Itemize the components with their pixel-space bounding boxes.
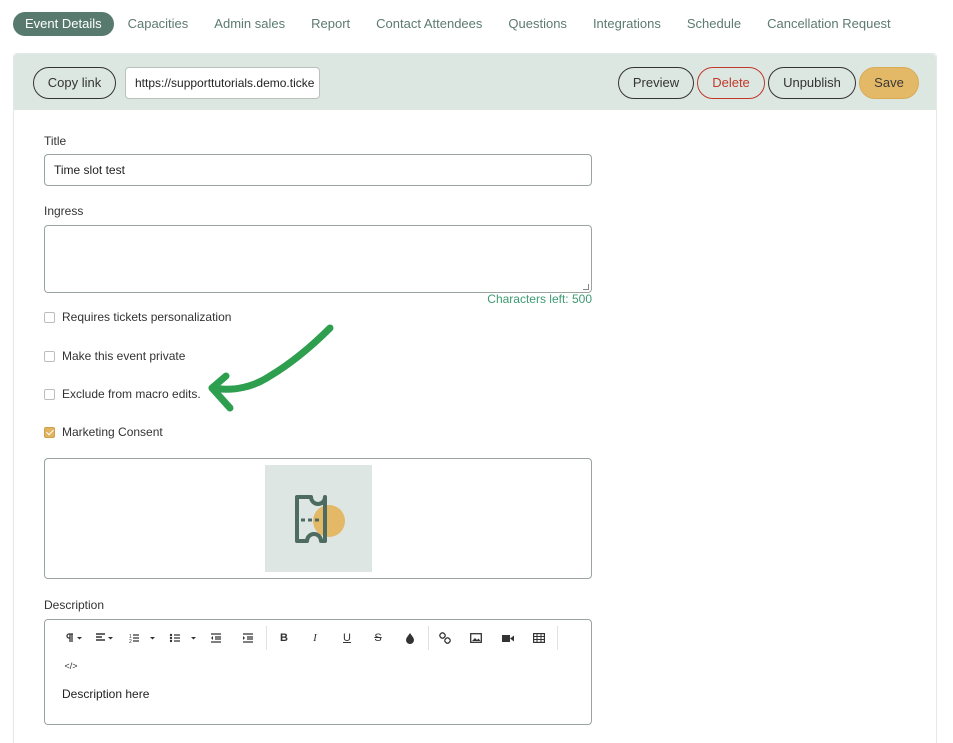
align-icon[interactable] xyxy=(92,627,118,649)
action-bar: Copy link https://supporttutorials.demo.… xyxy=(14,54,936,110)
strikethrough-icon[interactable]: S xyxy=(368,627,388,649)
marketing-consent-label: Marketing Consent xyxy=(62,425,163,439)
table-icon[interactable] xyxy=(529,627,549,649)
description-label: Description xyxy=(44,598,105,612)
requires-personalization-checkbox[interactable] xyxy=(44,311,55,323)
description-editor[interactable]: 12 B I U S </> Description here xyxy=(44,619,592,725)
copy-link-button[interactable]: Copy link xyxy=(33,67,116,99)
resize-handle-icon[interactable] xyxy=(583,284,589,290)
unordered-list-icon[interactable] xyxy=(167,627,199,649)
toolbar-separator xyxy=(266,626,267,650)
ticket-placeholder-icon xyxy=(265,465,372,572)
event-link-field[interactable]: https://supporttutorials.demo.ticke xyxy=(125,67,320,99)
delete-button[interactable]: Delete xyxy=(697,67,765,99)
unpublish-button[interactable]: Unpublish xyxy=(768,67,856,99)
svg-text:2: 2 xyxy=(129,639,132,643)
preview-button[interactable]: Preview xyxy=(618,67,694,99)
image-icon[interactable] xyxy=(466,627,486,649)
ingress-label: Ingress xyxy=(44,204,84,218)
marketing-consent-checkbox-row[interactable]: Marketing Consent xyxy=(44,424,163,440)
tab-report[interactable]: Report xyxy=(299,12,362,36)
paragraph-icon[interactable] xyxy=(60,627,86,649)
description-content[interactable]: Description here xyxy=(62,687,149,701)
tab-admin-sales[interactable]: Admin sales xyxy=(202,12,297,36)
characters-left-counter: Characters left: 500 xyxy=(487,292,592,306)
event-tabs: Event Details Capacities Admin sales Rep… xyxy=(13,12,905,36)
exclude-macro-edits-label: Exclude from macro edits. xyxy=(62,387,201,401)
italic-icon[interactable]: I xyxy=(305,627,325,649)
color-icon[interactable] xyxy=(400,627,420,649)
exclude-macro-edits-checkbox-row[interactable]: Exclude from macro edits. xyxy=(44,386,201,402)
event-image-upload[interactable] xyxy=(44,458,592,579)
private-event-label: Make this event private xyxy=(62,349,186,363)
marketing-consent-checkbox[interactable] xyxy=(44,426,55,438)
ingress-textarea[interactable] xyxy=(44,225,592,293)
underline-icon[interactable]: U xyxy=(337,627,357,649)
video-icon[interactable] xyxy=(498,627,518,649)
tab-contact-attendees[interactable]: Contact Attendees xyxy=(364,12,494,36)
toolbar-separator xyxy=(557,626,558,650)
tab-integrations[interactable]: Integrations xyxy=(581,12,673,36)
tab-schedule[interactable]: Schedule xyxy=(675,12,753,36)
event-details-panel: Copy link https://supporttutorials.demo.… xyxy=(13,53,937,743)
save-button[interactable]: Save xyxy=(859,67,919,99)
title-label: Title xyxy=(44,134,67,148)
annotation-arrow-icon xyxy=(208,324,334,412)
outdent-icon[interactable] xyxy=(206,627,226,649)
indent-icon[interactable] xyxy=(238,627,258,649)
title-input[interactable]: Time slot test xyxy=(44,154,592,186)
tab-questions[interactable]: Questions xyxy=(496,12,579,36)
ordered-list-icon[interactable]: 12 xyxy=(126,627,158,649)
link-icon[interactable] xyxy=(435,627,455,649)
bold-icon[interactable]: B xyxy=(274,627,294,649)
exclude-macro-edits-checkbox[interactable] xyxy=(44,388,55,400)
toolbar-separator xyxy=(428,626,429,650)
private-event-checkbox-row[interactable]: Make this event private xyxy=(44,348,185,364)
private-event-checkbox[interactable] xyxy=(44,350,55,362)
tab-event-details[interactable]: Event Details xyxy=(13,12,114,36)
tab-cancellation-request[interactable]: Cancellation Request xyxy=(755,12,903,36)
code-view-icon[interactable]: </> xyxy=(61,655,81,677)
tab-capacities[interactable]: Capacities xyxy=(116,12,201,36)
